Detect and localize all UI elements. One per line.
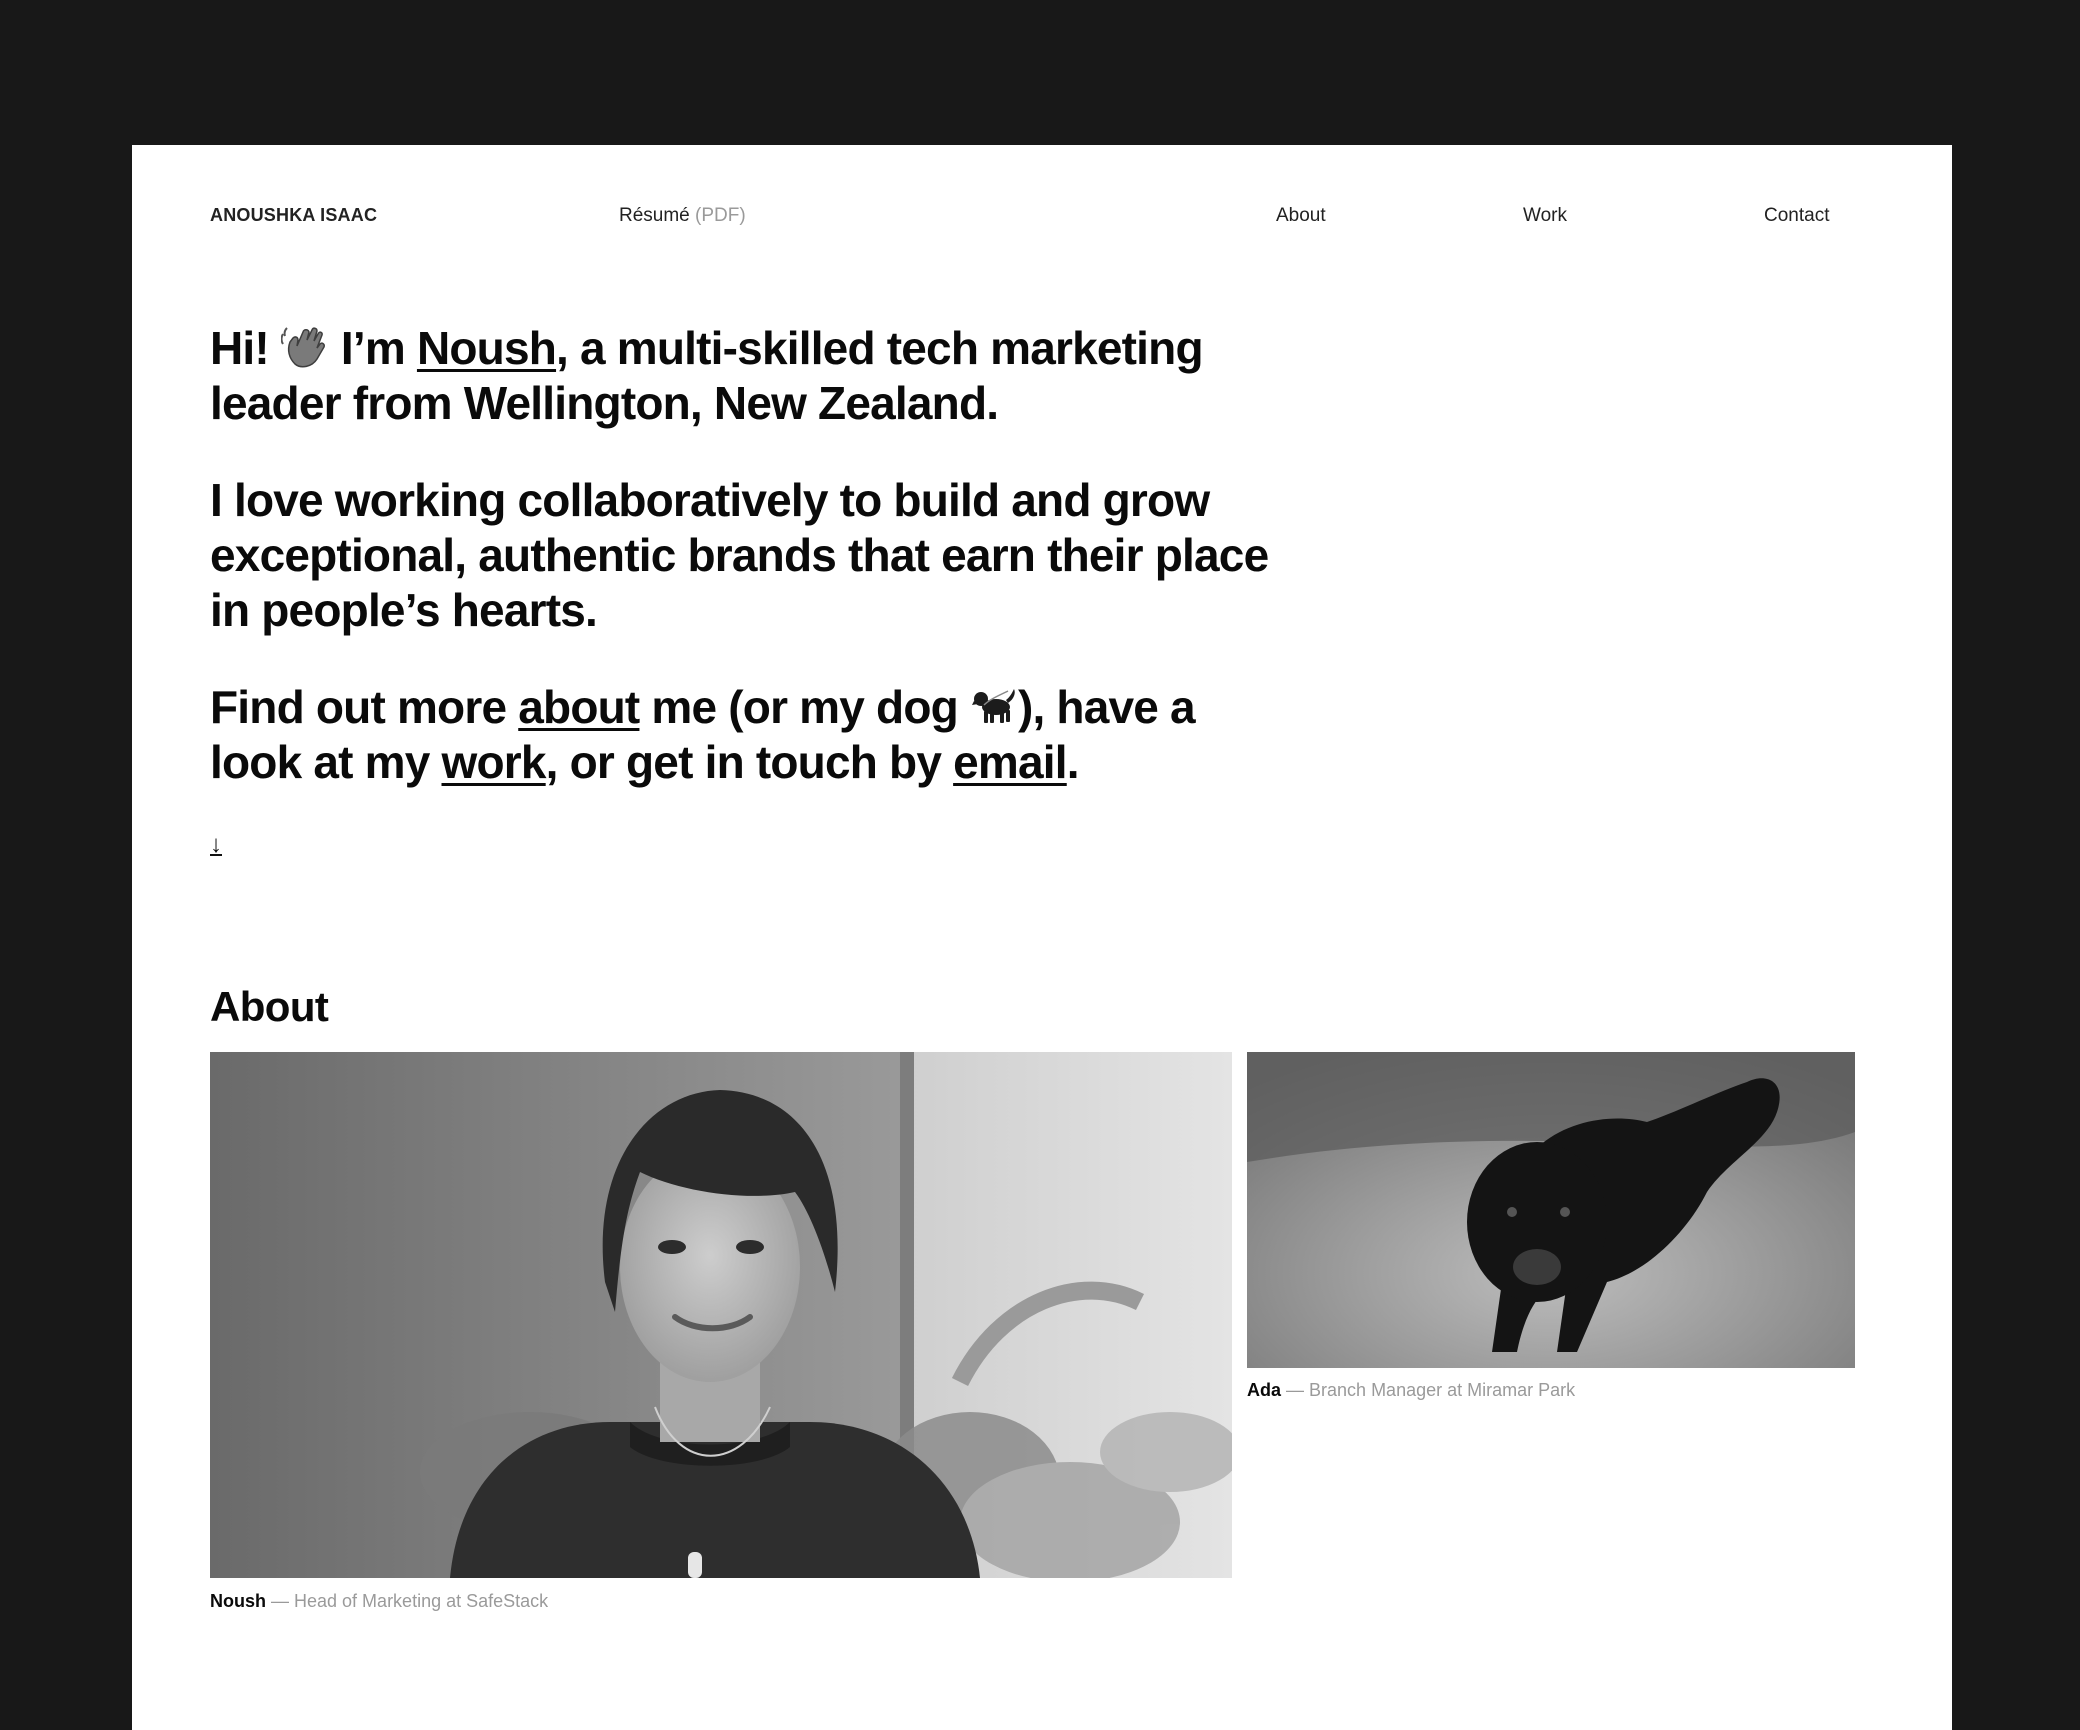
noush-photo-caption: Noush — Head of Marketing at SafeStack bbox=[210, 1591, 548, 1612]
nav-contact-link[interactable]: Contact bbox=[1764, 205, 1829, 227]
waving-hand-icon bbox=[280, 324, 329, 370]
cta-end-text: . bbox=[1066, 736, 1080, 788]
work-inline-link[interactable]: work bbox=[442, 736, 547, 788]
greeting-text: Hi! bbox=[210, 322, 270, 374]
ada-dog-photo bbox=[1247, 1052, 1855, 1368]
noush-caption-role: — Head of Marketing at SafeStack bbox=[271, 1591, 549, 1611]
cta-start-text: Find out more bbox=[210, 681, 507, 733]
resume-format: (PDF) bbox=[695, 205, 746, 226]
cta-contact-text: , or get in touch by bbox=[545, 736, 942, 788]
ada-caption-role: — Branch Manager at Miramar Park bbox=[1286, 1380, 1576, 1400]
cta-paragraph: Find out more about me (or my dog), hav… bbox=[210, 680, 1270, 790]
noush-link[interactable]: Noush bbox=[417, 322, 557, 374]
resume-label: Résumé bbox=[619, 205, 690, 226]
resume-link[interactable]: Résumé (PDF) bbox=[619, 205, 746, 227]
im-text: I’m bbox=[340, 322, 406, 374]
about-inline-link[interactable]: about bbox=[518, 681, 640, 733]
top-nav: ANOUSHKA ISAAC Résumé (PDF) About Work C… bbox=[132, 175, 1952, 226]
about-section-title: About bbox=[210, 983, 329, 1030]
page: ANOUSHKA ISAAC Résumé (PDF) About Work C… bbox=[132, 145, 1952, 1730]
mission-paragraph: I love working collaboratively to build … bbox=[210, 474, 1269, 636]
noush-caption-name: Noush bbox=[210, 1591, 266, 1611]
ada-caption-name: Ada bbox=[1247, 1380, 1282, 1400]
hero-intro: Hi! I’m Noush, a multi-skilled tech mark… bbox=[210, 321, 1270, 832]
email-inline-link[interactable]: email bbox=[953, 736, 1067, 788]
ada-photo-caption: Ada — Branch Manager at Miramar Park bbox=[1247, 1380, 1575, 1401]
scroll-down-arrow-icon[interactable]: ↓ bbox=[210, 831, 222, 859]
intro-paragraph: Hi! I’m Noush, a multi-skilled tech mark… bbox=[210, 321, 1270, 431]
noush-portrait-photo bbox=[210, 1052, 1232, 1578]
cta-dog-text: me (or my dog bbox=[651, 681, 958, 733]
nav-work-link[interactable]: Work bbox=[1523, 205, 1567, 227]
dog-icon bbox=[970, 683, 1018, 729]
nav-about-link[interactable]: About bbox=[1276, 205, 1326, 227]
site-brand-link[interactable]: ANOUSHKA ISAAC bbox=[210, 205, 377, 226]
